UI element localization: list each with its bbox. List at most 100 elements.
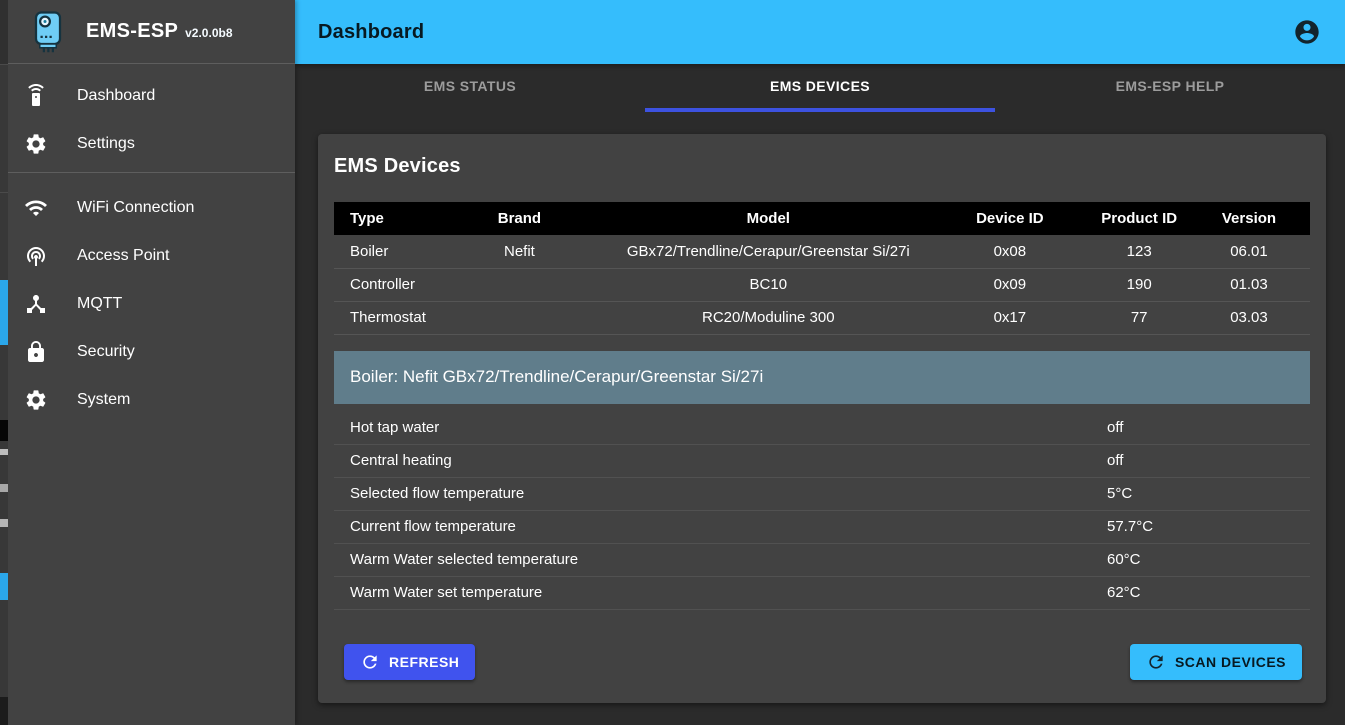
gear-icon (24, 388, 48, 412)
gear-icon (24, 132, 48, 156)
refresh-icon (1146, 652, 1166, 672)
detail-value: 57.7°C (1107, 518, 1153, 535)
detail-label: Selected flow temperature (334, 485, 524, 502)
detail-value: 5°C (1107, 485, 1132, 502)
app-header: Dashboard (295, 0, 1345, 64)
table-cell: GBx72/Trendline/Cerapur/Greenstar Si/27i (607, 235, 929, 268)
table-cell: 06.01 (1188, 235, 1310, 268)
sidebar-nav: Dashboard Settings WiFi Connection Access P… (8, 64, 295, 424)
scan-devices-button[interactable]: SCAN DEVICES (1130, 644, 1302, 680)
table-cell: Thermostat (334, 301, 432, 334)
sidebar-item-label: Settings (77, 135, 135, 153)
detail-row-hot-tap-water: Hot tap water off (334, 412, 1310, 445)
tab-ems-devices[interactable]: EMS DEVICES (645, 64, 995, 112)
table-cell: Nefit (432, 235, 608, 268)
scan-devices-button-label: SCAN DEVICES (1175, 654, 1286, 670)
table-cell: 0x09 (929, 268, 1090, 301)
page-edge-fragment (0, 64, 8, 65)
page-edge-fragment (0, 519, 8, 527)
page-edge-fragment (0, 449, 8, 455)
page-edge-fragment (0, 573, 8, 600)
detail-label: Warm Water set temperature (334, 584, 542, 601)
tab-ems-status[interactable]: EMS STATUS (295, 64, 645, 112)
table-cell: 123 (1090, 235, 1188, 268)
device-details-list: Hot tap water off Central heating off Select… (334, 412, 1310, 610)
sidebar-item-access-point[interactable]: Access Point (8, 232, 295, 280)
table-cell: 0x08 (929, 235, 1090, 268)
app-name: EMS-ESP (86, 20, 178, 43)
detail-row-selected-flow-temperature: Selected flow temperature 5°C (334, 478, 1310, 511)
devices-table: TypeBrandModelDevice IDProduct IDVersion… (334, 202, 1310, 335)
detail-row-current-flow-temperature: Current flow temperature 57.7°C (334, 511, 1310, 544)
table-cell: 03.03 (1188, 301, 1310, 334)
card-title: EMS Devices (334, 134, 1310, 178)
refresh-icon (360, 652, 380, 672)
sidebar-item-security[interactable]: Security (8, 328, 295, 376)
page-edge-fragment (0, 0, 8, 64)
sidebar-divider (8, 172, 295, 173)
page-title: Dashboard (318, 21, 424, 44)
card-actions: REFRESH SCAN DEVICES (344, 644, 1302, 680)
lock-icon (24, 340, 48, 364)
table-cell: BC10 (607, 268, 929, 301)
app-logo-row: EMS-ESP v2.0.0b8 (8, 0, 295, 64)
main-area: Dashboard EMS STATUSEMS DEVICESEMS-ESP H… (295, 0, 1345, 725)
device-row-thermostat[interactable]: Thermostat RC20/Moduline 3000x177703.03 (334, 301, 1310, 334)
column-header-product-id: Product ID (1090, 202, 1188, 235)
tab-ems-esp-help[interactable]: EMS-ESP HELP (995, 64, 1345, 112)
sidebar: EMS-ESP v2.0.0b8 Dashboard Settings WiFi C… (8, 0, 295, 725)
boiler-logo-icon (30, 11, 66, 53)
sidebar-item-label: Dashboard (77, 87, 155, 105)
table-cell: Boiler (334, 235, 432, 268)
sidebar-item-mqtt[interactable]: MQTT (8, 280, 295, 328)
table-cell: Controller (334, 268, 432, 301)
sidebar-item-label: System (77, 391, 130, 409)
device-hub-icon (24, 292, 48, 316)
column-header-device-id: Device ID (929, 202, 1090, 235)
detail-label: Central heating (334, 452, 452, 469)
column-header-model: Model (607, 202, 929, 235)
detail-row-central-heating: Central heating off (334, 445, 1310, 478)
column-header-version: Version (1188, 202, 1310, 235)
table-cell (432, 268, 608, 301)
page-edge-artifact (0, 0, 8, 725)
wifi-tethering-icon (24, 244, 48, 268)
account-circle-icon[interactable] (1293, 18, 1321, 46)
table-cell: 77 (1090, 301, 1188, 334)
sidebar-item-label: WiFi Connection (77, 199, 194, 217)
column-header-type: Type (334, 202, 432, 235)
sidebar-item-label: Access Point (77, 247, 169, 265)
sidebar-item-wifi-connection[interactable]: WiFi Connection (8, 184, 295, 232)
device-row-boiler[interactable]: BoilerNefitGBx72/Trendline/Cerapur/Green… (334, 235, 1310, 268)
sidebar-item-system[interactable]: System (8, 376, 295, 424)
detail-label: Hot tap water (334, 419, 439, 436)
detail-value: 62°C (1107, 584, 1141, 601)
page-edge-fragment (0, 697, 8, 725)
selected-device-heading: Boiler: Nefit GBx72/Trendline/Cerapur/Gr… (334, 351, 1310, 404)
table-header-row: TypeBrandModelDevice IDProduct IDVersion (334, 202, 1310, 235)
detail-value: 60°C (1107, 551, 1141, 568)
page-edge-fragment (0, 192, 8, 193)
detail-row-warm-water-selected-temperature: Warm Water selected temperature 60°C (334, 544, 1310, 577)
detail-label: Current flow temperature (334, 518, 516, 535)
refresh-button[interactable]: REFRESH (344, 644, 475, 680)
sidebar-item-label: MQTT (77, 295, 122, 313)
detail-value: off (1107, 419, 1123, 436)
table-cell: 01.03 (1188, 268, 1310, 301)
sidebar-item-settings[interactable]: Settings (8, 120, 295, 168)
refresh-button-label: REFRESH (389, 654, 459, 670)
table-cell: RC20/Moduline 300 (607, 301, 929, 334)
detail-row-warm-water-set-temperature: Warm Water set temperature 62°C (334, 577, 1310, 610)
detail-value: off (1107, 452, 1123, 469)
sidebar-item-dashboard[interactable]: Dashboard (8, 72, 295, 120)
column-header-brand: Brand (432, 202, 608, 235)
settings-remote-icon (24, 84, 48, 108)
wifi-icon (24, 196, 48, 220)
table-cell: 0x17 (929, 301, 1090, 334)
device-row-controller[interactable]: ControllerBC100x0919001.03 (334, 268, 1310, 301)
detail-label: Warm Water selected temperature (334, 551, 578, 568)
page-edge-fragment (0, 420, 8, 441)
ems-devices-card: EMS Devices TypeBrandModelDevice IDProdu… (318, 134, 1326, 703)
page-edge-fragment (0, 280, 8, 345)
ems-esp-app: EMS-ESP v2.0.0b8 Dashboard Settings WiFi C… (0, 0, 1345, 725)
